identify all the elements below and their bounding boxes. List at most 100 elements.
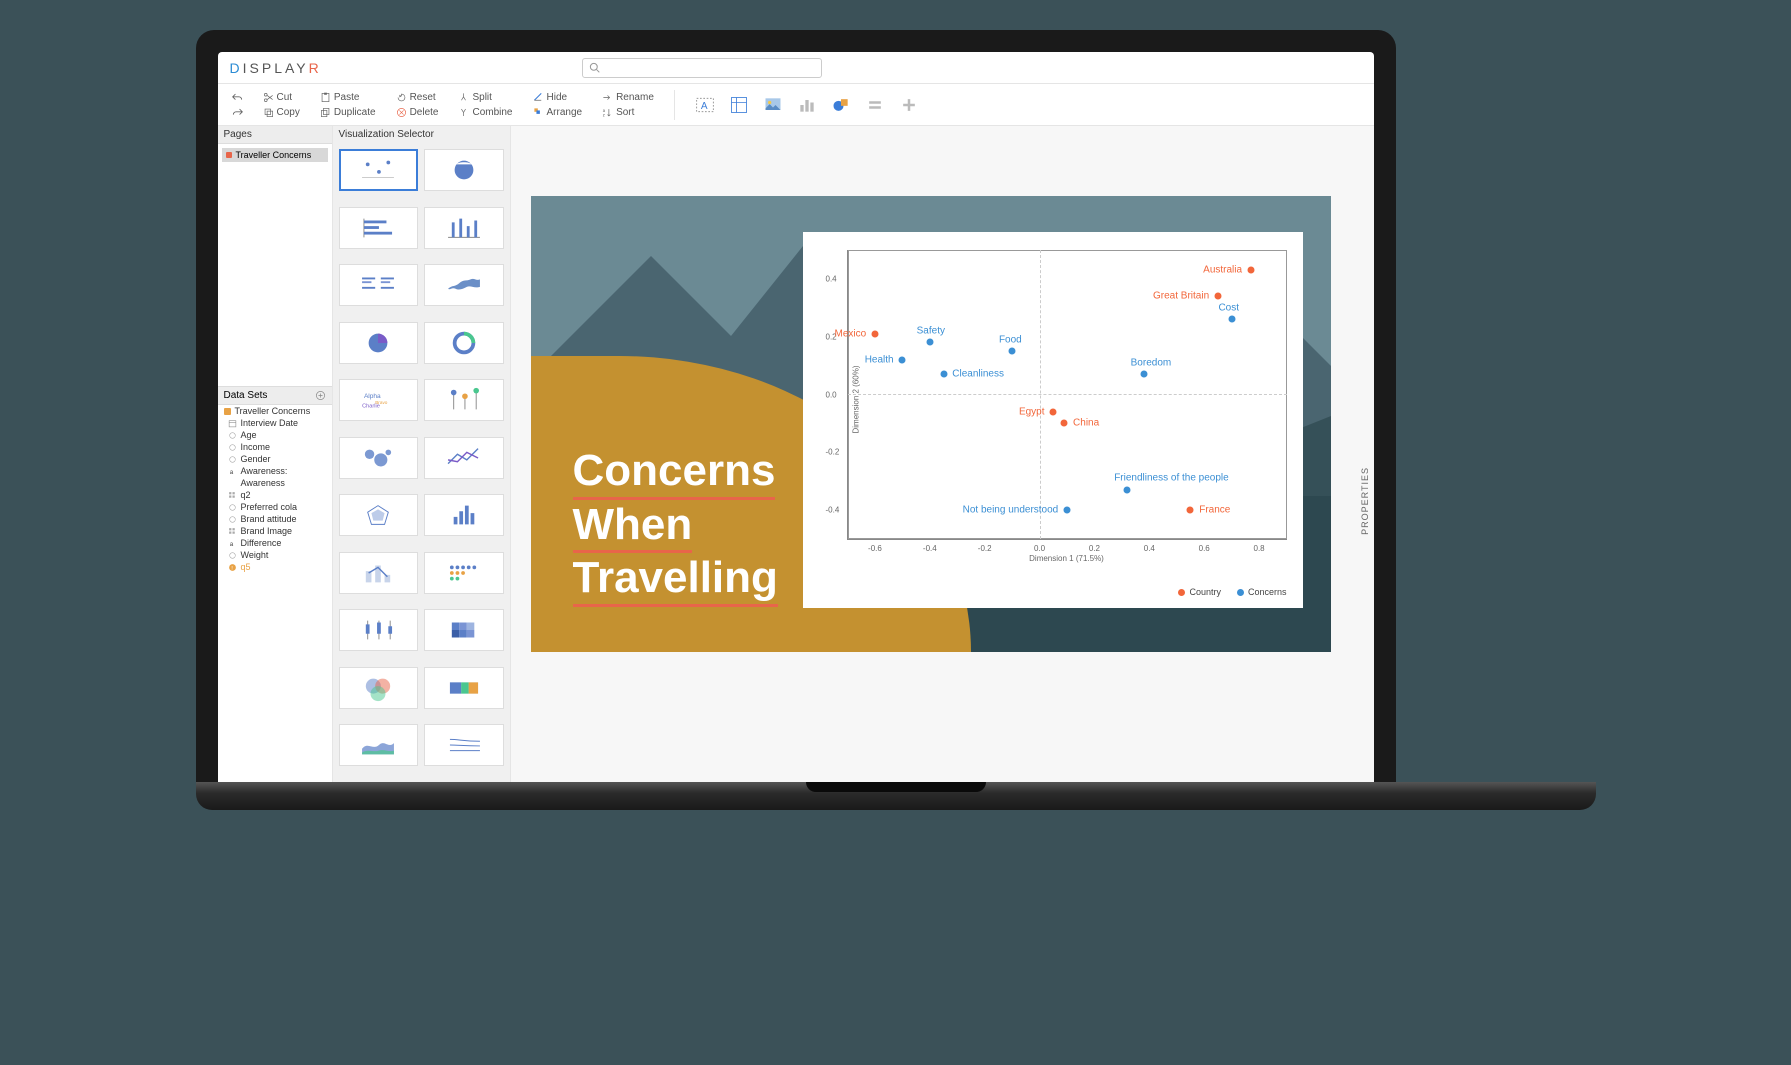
page-item[interactable]: Traveller Concerns (222, 148, 328, 162)
table-tool-icon[interactable] (729, 95, 749, 115)
x-tick: -0.2 (978, 544, 992, 553)
plus-tool-icon[interactable] (899, 95, 919, 115)
dataset-variable[interactable]: Gender (218, 453, 332, 465)
viz-thumbnail[interactable] (339, 149, 419, 191)
viz-preview-icon (355, 155, 401, 185)
viz-thumbnail[interactable] (339, 207, 419, 249)
dataset-variable[interactable]: Age (218, 429, 332, 441)
split-button[interactable]: Split (454, 91, 516, 104)
viz-preview-icon (441, 385, 487, 415)
canvas[interactable]: PROPERTIES Concerns When Travelling Dime… (511, 126, 1374, 782)
sort-icon: az (602, 107, 613, 118)
textbox-tool-icon[interactable]: A (695, 95, 715, 115)
viz-thumbnail[interactable]: AlphaBravoCharlie (339, 379, 419, 421)
duplicate-button[interactable]: Duplicate (316, 106, 380, 119)
variable-label: Gender (241, 454, 271, 464)
viz-thumbnail[interactable] (339, 552, 419, 594)
variable-label: Awareness: (241, 466, 288, 476)
variable-type-icon (228, 419, 237, 428)
dataset-variable[interactable]: Interview Date (218, 417, 332, 429)
redo-button[interactable] (228, 106, 247, 119)
dataset-variable[interactable]: Awareness (218, 477, 332, 489)
variable-label: Interview Date (241, 418, 299, 428)
viz-thumbnail[interactable] (339, 494, 419, 536)
data-point (1050, 408, 1057, 415)
image-tool-icon[interactable] (763, 95, 783, 115)
duplicate-icon (320, 107, 331, 118)
dataset-variable[interactable]: aDifference (218, 537, 332, 549)
hide-button[interactable]: Hide (529, 91, 587, 104)
data-label: Boredom (1131, 357, 1172, 368)
page-indicator-icon (226, 152, 232, 158)
dataset-variable[interactable]: Income (218, 441, 332, 453)
copy-button[interactable]: Copy (259, 106, 304, 119)
datasets-panel-title: Data Sets (218, 386, 332, 405)
paste-button[interactable]: Paste (316, 91, 380, 104)
paste-label: Paste (334, 92, 360, 103)
arrange-button[interactable]: Arrange (529, 106, 587, 119)
svg-text:a: a (229, 540, 233, 547)
rename-icon (602, 92, 613, 103)
legend-concerns-label: Concerns (1248, 587, 1287, 597)
title-line-3: Travelling (573, 553, 778, 607)
redo-icon (232, 107, 243, 118)
viz-thumbnail[interactable] (424, 264, 504, 306)
viz-thumbnail[interactable] (424, 207, 504, 249)
slide[interactable]: Concerns When Travelling Dimension 2 (60… (531, 196, 1331, 652)
chart-container[interactable]: Dimension 2 (60%) -0.6-0.4-0.20.00.20.40… (803, 232, 1303, 608)
data-label: Australia (1203, 265, 1242, 276)
x-axis-label: Dimension 1 (71.5%) (847, 554, 1287, 563)
x-zero-line (1040, 250, 1041, 539)
search-input[interactable] (582, 58, 822, 78)
variable-label: q5 (241, 562, 251, 572)
viz-thumbnail[interactable] (339, 724, 419, 766)
viz-thumbnail[interactable] (339, 264, 419, 306)
data-point (926, 339, 933, 346)
dataset-variable[interactable]: !q5 (218, 561, 332, 573)
data-label: Cleanliness (952, 369, 1004, 380)
reset-button[interactable]: Reset (392, 91, 443, 104)
viz-preview-icon (441, 558, 487, 588)
viz-panel-title: Visualization Selector (333, 126, 510, 143)
viz-thumbnail[interactable] (424, 552, 504, 594)
viz-preview-icon (355, 443, 401, 473)
viz-thumbnail[interactable] (424, 609, 504, 651)
shape-tool-icon[interactable] (831, 95, 851, 115)
dataset-variable[interactable]: Brand attitude (218, 513, 332, 525)
undo-button[interactable] (228, 91, 247, 104)
dataset-variable[interactable]: a Awareness: (218, 465, 332, 477)
chart-tool-icon[interactable] (797, 95, 817, 115)
add-dataset-icon[interactable] (315, 390, 326, 401)
viz-thumbnail[interactable] (424, 667, 504, 709)
sort-button[interactable]: azSort (598, 106, 658, 119)
dataset-variable[interactable]: q2 (218, 489, 332, 501)
delete-button[interactable]: Delete (392, 106, 443, 119)
properties-tab[interactable]: PROPERTIES (1356, 463, 1374, 539)
viz-thumbnail[interactable] (424, 149, 504, 191)
viz-thumbnail[interactable] (424, 494, 504, 536)
viz-thumbnail[interactable] (339, 322, 419, 364)
dataset-name[interactable]: Traveller Concerns (218, 405, 332, 417)
viz-thumbnail[interactable] (339, 437, 419, 479)
dataset-variable[interactable]: Preferred cola (218, 501, 332, 513)
svg-text:a: a (229, 468, 233, 475)
data-label: Egypt (1019, 406, 1045, 417)
viz-thumbnail[interactable] (339, 609, 419, 651)
data-label: Great Britain (1153, 291, 1209, 302)
viz-thumbnail[interactable] (424, 724, 504, 766)
viz-thumbnail[interactable] (424, 322, 504, 364)
viz-thumbnail[interactable] (339, 667, 419, 709)
dataset-variable[interactable]: Weight (218, 549, 332, 561)
viz-thumbnail[interactable] (424, 437, 504, 479)
viz-preview-icon (355, 673, 401, 703)
data-point (1061, 420, 1068, 427)
equals-tool-icon[interactable] (865, 95, 885, 115)
combine-button[interactable]: Combine (454, 106, 516, 119)
rename-button[interactable]: Rename (598, 91, 658, 104)
variable-type-icon (228, 491, 237, 500)
cut-button[interactable]: Cut (259, 91, 304, 104)
combine-label: Combine (472, 107, 512, 118)
y-tick: -0.2 (826, 448, 840, 457)
dataset-variable[interactable]: Brand Image (218, 525, 332, 537)
viz-thumbnail[interactable] (424, 379, 504, 421)
